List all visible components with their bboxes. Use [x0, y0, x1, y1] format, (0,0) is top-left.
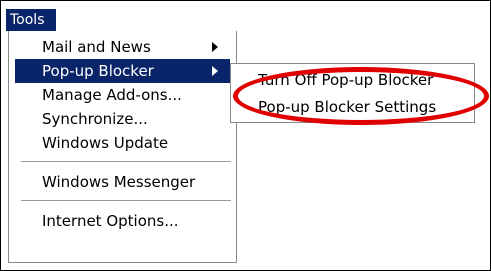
menu-item-windows-update[interactable]: Windows Update	[15, 131, 230, 155]
menu-item-synchronize[interactable]: Synchronize...	[15, 107, 230, 131]
menu-item-label: Windows Update	[42, 134, 169, 152]
menu-item-label: Manage Add-ons...	[42, 86, 182, 104]
menu-item-label: Mail and News	[42, 38, 151, 56]
annotation-highlight-ellipse	[233, 67, 489, 125]
menu-item-popup-blocker[interactable]: Pop-up Blocker	[15, 59, 230, 83]
menu-item-label: Internet Options...	[42, 212, 179, 230]
submenu-arrow-icon	[212, 66, 218, 76]
menu-item-internet-options[interactable]: Internet Options...	[15, 209, 230, 233]
menu-separator	[21, 161, 231, 163]
menu-item-manage-addons[interactable]: Manage Add-ons...	[15, 83, 230, 107]
menu-item-label: Synchronize...	[42, 110, 148, 128]
tools-menu: Mail and News Pop-up Blocker Manage Add-…	[8, 31, 237, 263]
menu-item-label: Pop-up Blocker	[42, 62, 154, 80]
menu-item-label: Windows Messenger	[42, 173, 196, 191]
menu-item-windows-messenger[interactable]: Windows Messenger	[15, 170, 230, 194]
menu-separator	[21, 200, 231, 202]
submenu-arrow-icon	[212, 42, 218, 52]
menubar-tools[interactable]: Tools	[6, 9, 56, 31]
menu-item-mail-and-news[interactable]: Mail and News	[15, 35, 230, 59]
